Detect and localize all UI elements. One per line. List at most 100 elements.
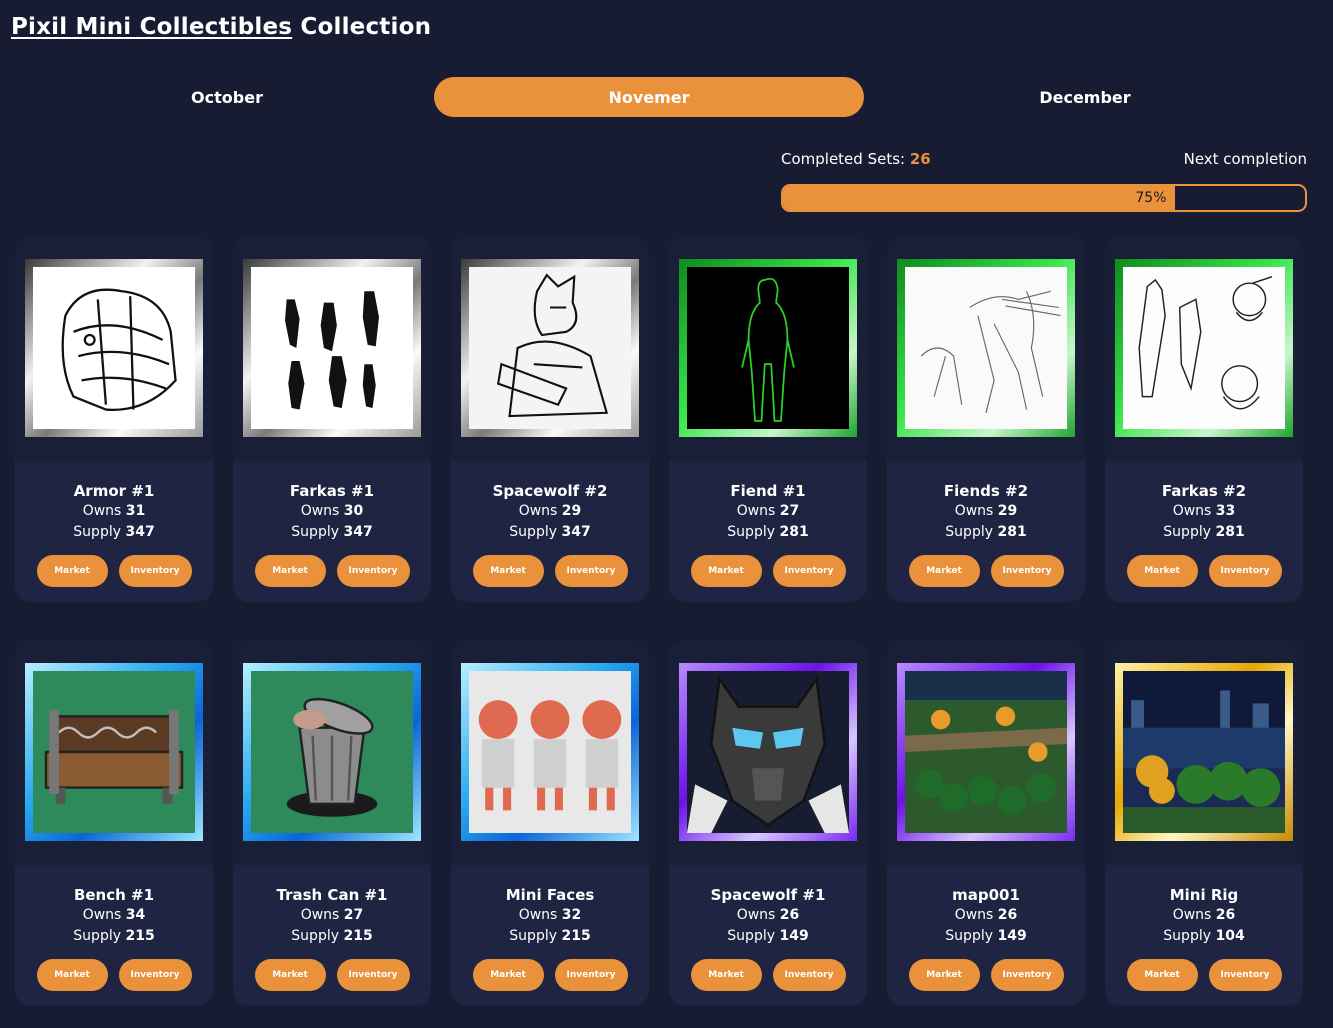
market-button[interactable]: Market — [908, 959, 980, 991]
collectible-frame — [679, 663, 857, 841]
owns-line: Owns 27 — [669, 503, 867, 524]
collectible-card: Farkas #2 Owns 33 Supply 281 Market Inve… — [1105, 236, 1303, 602]
inventory-button[interactable]: Inventory — [118, 555, 192, 587]
collectible-frame — [1115, 663, 1293, 841]
collectible-artwork[interactable] — [33, 671, 195, 833]
inventory-button[interactable]: Inventory — [772, 555, 846, 587]
inventory-button[interactable]: Inventory — [990, 959, 1064, 991]
inventory-button[interactable]: Inventory — [554, 555, 628, 587]
owns-label: Owns — [300, 503, 340, 519]
owns-line: Owns 33 — [1105, 503, 1303, 524]
collectible-image-area — [451, 640, 649, 865]
inventory-button[interactable]: Inventory — [118, 959, 192, 991]
market-button[interactable]: Market — [472, 959, 544, 991]
collectible-artwork[interactable] — [469, 267, 631, 429]
collectible-name: Armor #1 — [73, 482, 155, 500]
collectible-name: Bench #1 — [73, 886, 155, 904]
collectible-artwork[interactable] — [251, 671, 413, 833]
card-actions: Market Inventory — [451, 959, 649, 991]
market-button[interactable]: Market — [254, 959, 326, 991]
owns-line: Owns 29 — [451, 503, 649, 524]
supply-label: Supply — [291, 524, 340, 540]
owns-line: Owns 27 — [233, 907, 431, 928]
inventory-button[interactable]: Inventory — [1208, 555, 1282, 587]
collectible-info: Farkas #2 Owns 33 Supply 281 Market Inve… — [1105, 461, 1303, 587]
collectible-name: Farkas #1 — [289, 482, 375, 500]
inventory-button[interactable]: Inventory — [336, 555, 410, 587]
collectible-name: Fiends #2 — [943, 482, 1029, 500]
collectible-artwork[interactable] — [251, 267, 413, 429]
inventory-button[interactable]: Inventory — [990, 555, 1064, 587]
collectible-info: Spacewolf #2 Owns 29 Supply 347 Market I… — [451, 461, 649, 587]
collectible-name: Trash Can #1 — [276, 886, 388, 904]
title-suffix: Collection — [300, 14, 432, 40]
next-completion-label: Next completion — [1183, 150, 1307, 168]
collectible-artwork[interactable] — [1123, 671, 1285, 833]
collectible-frame — [897, 663, 1075, 841]
tab-december[interactable]: December — [870, 77, 1300, 117]
card-actions: Market Inventory — [1105, 555, 1303, 587]
card-actions: Market Inventory — [887, 959, 1085, 991]
supply-count: 215 — [343, 928, 373, 944]
supply-label: Supply — [509, 524, 558, 540]
collectible-artwork[interactable] — [469, 671, 631, 833]
collectible-artwork[interactable] — [1123, 267, 1285, 429]
collectible-info: Mini Faces Owns 32 Supply 215 Market Inv… — [451, 865, 649, 991]
collectible-image-area — [15, 640, 213, 865]
collectible-image-area — [1105, 236, 1303, 461]
owns-line: Owns 26 — [669, 907, 867, 928]
collectible-info: Fiends #2 Owns 29 Supply 281 Market Inve… — [887, 461, 1085, 587]
supply-count: 149 — [997, 928, 1027, 944]
tab-october[interactable]: October — [12, 77, 442, 117]
tab-november[interactable]: Novemer — [434, 77, 864, 117]
collectible-artwork[interactable] — [905, 671, 1067, 833]
market-button[interactable]: Market — [36, 555, 108, 587]
owns-label: Owns — [736, 907, 776, 923]
collectible-artwork[interactable] — [687, 267, 849, 429]
market-button[interactable]: Market — [690, 959, 762, 991]
market-button[interactable]: Market — [1126, 555, 1198, 587]
owns-count: 26 — [1215, 907, 1236, 923]
inventory-button[interactable]: Inventory — [1208, 959, 1282, 991]
card-actions: Market Inventory — [233, 959, 431, 991]
completed-sets-count: 26 — [909, 150, 931, 168]
market-button[interactable]: Market — [36, 959, 108, 991]
market-button[interactable]: Market — [254, 555, 326, 587]
inventory-button[interactable]: Inventory — [336, 959, 410, 991]
inventory-button[interactable]: Inventory — [554, 959, 628, 991]
market-button[interactable]: Market — [472, 555, 544, 587]
collectible-image-area — [233, 640, 431, 865]
collectible-name: Mini Rig — [1169, 886, 1239, 904]
owns-label: Owns — [518, 503, 558, 519]
inventory-button[interactable]: Inventory — [772, 959, 846, 991]
completed-sets-label: Completed Sets: — [781, 150, 906, 168]
owns-line: Owns 29 — [887, 503, 1085, 524]
collectible-name: Farkas #2 — [1161, 482, 1247, 500]
market-button[interactable]: Market — [908, 555, 980, 587]
collectible-info: Armor #1 Owns 31 Supply 347 Market Inven… — [15, 461, 213, 587]
collectible-card: map001 Owns 26 Supply 149 Market Invento… — [887, 640, 1085, 1006]
owns-count: 27 — [779, 503, 800, 519]
supply-count: 281 — [997, 524, 1027, 540]
supply-line: Supply 281 — [887, 524, 1085, 545]
supply-label: Supply — [945, 524, 994, 540]
supply-count: 347 — [561, 524, 591, 540]
supply-label: Supply — [73, 928, 122, 944]
completion-stats: Completed Sets: 26 Next completion 75% — [781, 150, 1307, 212]
collectible-artwork[interactable] — [687, 671, 849, 833]
collectible-name: map001 — [952, 886, 1020, 904]
collectible-frame — [461, 259, 639, 437]
market-button[interactable]: Market — [1126, 959, 1198, 991]
owns-count: 29 — [561, 503, 582, 519]
supply-line: Supply 347 — [451, 524, 649, 545]
collectible-card: Fiend #1 Owns 27 Supply 281 Market Inven… — [669, 236, 867, 602]
owns-count: 34 — [125, 907, 146, 923]
owns-label: Owns — [300, 907, 340, 923]
market-button[interactable]: Market — [690, 555, 762, 587]
month-tabs: October Novemer December — [12, 77, 1322, 117]
supply-count: 104 — [1215, 928, 1245, 944]
collectible-artwork[interactable] — [905, 267, 1067, 429]
collectible-artwork[interactable] — [33, 267, 195, 429]
collection-link[interactable]: Pixil Mini Collectibles — [11, 14, 292, 40]
supply-label: Supply — [727, 928, 776, 944]
